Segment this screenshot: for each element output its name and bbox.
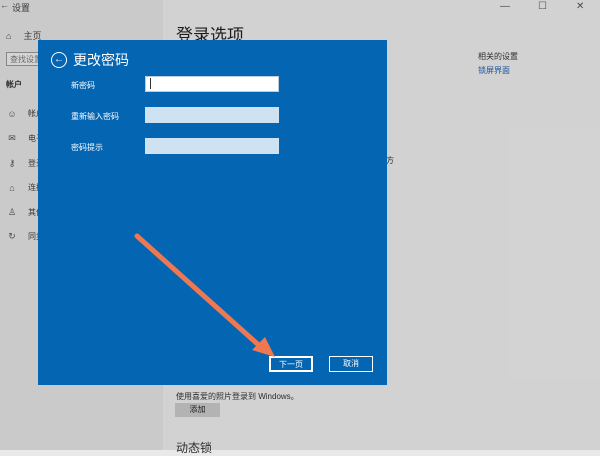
dialog-header: ← 更改密码 <box>51 50 129 70</box>
password-hint-label: 密码提示 <box>71 143 103 152</box>
change-password-dialog: ← 更改密码 新密码 重新输入密码 密码提示 下一页 取消 <box>38 40 387 385</box>
confirm-password-field[interactable] <box>145 107 279 123</box>
next-button[interactable]: 下一页 <box>269 356 313 372</box>
new-password-field[interactable] <box>145 76 279 92</box>
text-caret <box>150 78 151 89</box>
cancel-button[interactable]: 取消 <box>329 356 373 372</box>
dialog-title: 更改密码 <box>73 52 129 68</box>
confirm-password-label: 重新输入密码 <box>71 112 119 121</box>
new-password-label: 新密码 <box>71 81 95 90</box>
password-hint-field[interactable] <box>145 138 279 154</box>
back-arrow-icon[interactable]: ← <box>51 52 67 68</box>
